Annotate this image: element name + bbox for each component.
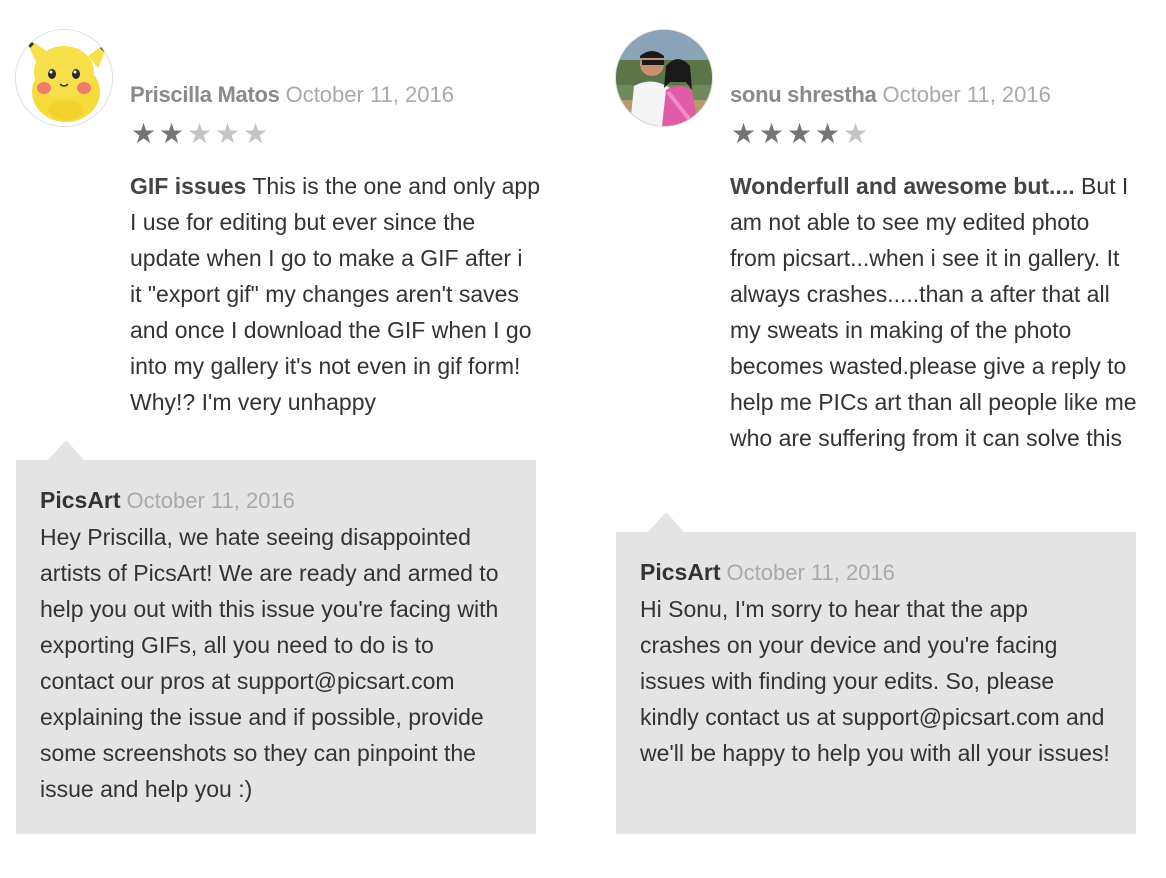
star-filled-icon: ★	[130, 118, 158, 149]
review-date: October 11, 2016	[882, 82, 1051, 107]
star-empty-icon: ★	[214, 118, 242, 149]
star-filled-icon: ★	[730, 118, 758, 149]
developer-reply: PicsArt October 11, 2016 Hey Priscilla, w…	[16, 440, 536, 834]
reply-header: PicsArt October 11, 2016	[640, 554, 1112, 591]
star-filled-icon: ★	[786, 118, 814, 149]
star-filled-icon: ★	[814, 118, 842, 149]
review-text: But I am not able to see my edited photo…	[730, 173, 1137, 451]
review-title: GIF issues	[130, 173, 247, 199]
reply-text: Hey Priscilla, we hate seeing disappoint…	[40, 524, 499, 802]
review-date: October 11, 2016	[285, 82, 454, 107]
review-text: This is the one and only app I use for e…	[130, 173, 541, 415]
review-title: Wonderfull and awesome but....	[730, 173, 1075, 199]
review-header: Priscilla Matos October 11, 2016	[130, 82, 454, 108]
star-filled-icon: ★	[758, 118, 786, 149]
developer-reply: PicsArt October 11, 2016 Hi Sonu, I'm sor…	[616, 512, 1136, 834]
couple-photo-avatar[interactable]	[616, 30, 712, 126]
reply-author: PicsArt	[640, 559, 721, 585]
pikachu-avatar[interactable]	[16, 30, 112, 126]
review-author[interactable]: Priscilla Matos	[130, 82, 280, 107]
star-empty-icon: ★	[186, 118, 214, 149]
star-rating: ★★★★★	[730, 119, 870, 149]
reply-header: PicsArt October 11, 2016	[40, 482, 512, 519]
review-body: Wonderfull and awesome but.... But I am …	[730, 168, 1140, 456]
reply-date: October 11, 2016	[726, 560, 895, 585]
star-empty-icon: ★	[242, 118, 270, 149]
review-body: GIF issues This is the one and only app …	[130, 168, 540, 420]
review-header: sonu shrestha October 11, 2016	[730, 82, 1051, 108]
reply-author: PicsArt	[40, 487, 121, 513]
star-rating: ★★★★★	[130, 119, 270, 149]
star-empty-icon: ★	[842, 118, 870, 149]
review-author[interactable]: sonu shrestha	[730, 82, 877, 107]
reply-date: October 11, 2016	[126, 488, 295, 513]
reply-text: Hi Sonu, I'm sorry to hear that the app …	[640, 596, 1110, 766]
star-filled-icon: ★	[158, 118, 186, 149]
couple-photo-avatar-image	[616, 30, 712, 126]
pikachu-avatar-image	[16, 30, 112, 126]
